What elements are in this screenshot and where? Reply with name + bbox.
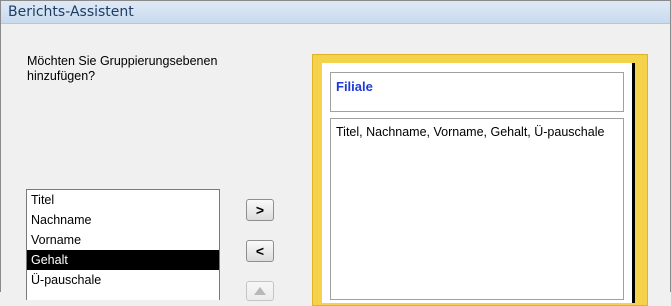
- list-item-vorname[interactable]: Vorname: [27, 230, 219, 250]
- list-item-titel[interactable]: Titel: [27, 190, 219, 210]
- group-header-label: Filiale: [336, 79, 373, 94]
- fields-listbox[interactable]: Titel Nachname Vorname Gehalt Ü-pauschal…: [26, 189, 220, 300]
- list-item-nachname[interactable]: Nachname: [27, 210, 219, 230]
- window-title: Berichts-Assistent: [8, 4, 134, 20]
- title-bar[interactable]: Berichts-Assistent: [1, 1, 670, 24]
- detail-fields-preview: Titel, Nachname, Vorname, Gehalt, Ü-paus…: [330, 118, 624, 300]
- move-up-button[interactable]: [246, 281, 274, 301]
- up-arrow-icon: [254, 287, 266, 295]
- list-item-ue-pauschale[interactable]: Ü-pauschale: [27, 270, 219, 290]
- add-grouping-button[interactable]: >: [246, 199, 274, 221]
- detail-fields-text: Titel, Nachname, Vorname, Gehalt, Ü-paus…: [336, 125, 605, 139]
- remove-grouping-button[interactable]: <: [246, 240, 274, 262]
- grouping-question: Möchten Sie Gruppierungsebenen hinzufüge…: [27, 54, 218, 83]
- group-header-preview: Filiale: [330, 72, 624, 112]
- list-item-gehalt[interactable]: Gehalt: [27, 250, 219, 270]
